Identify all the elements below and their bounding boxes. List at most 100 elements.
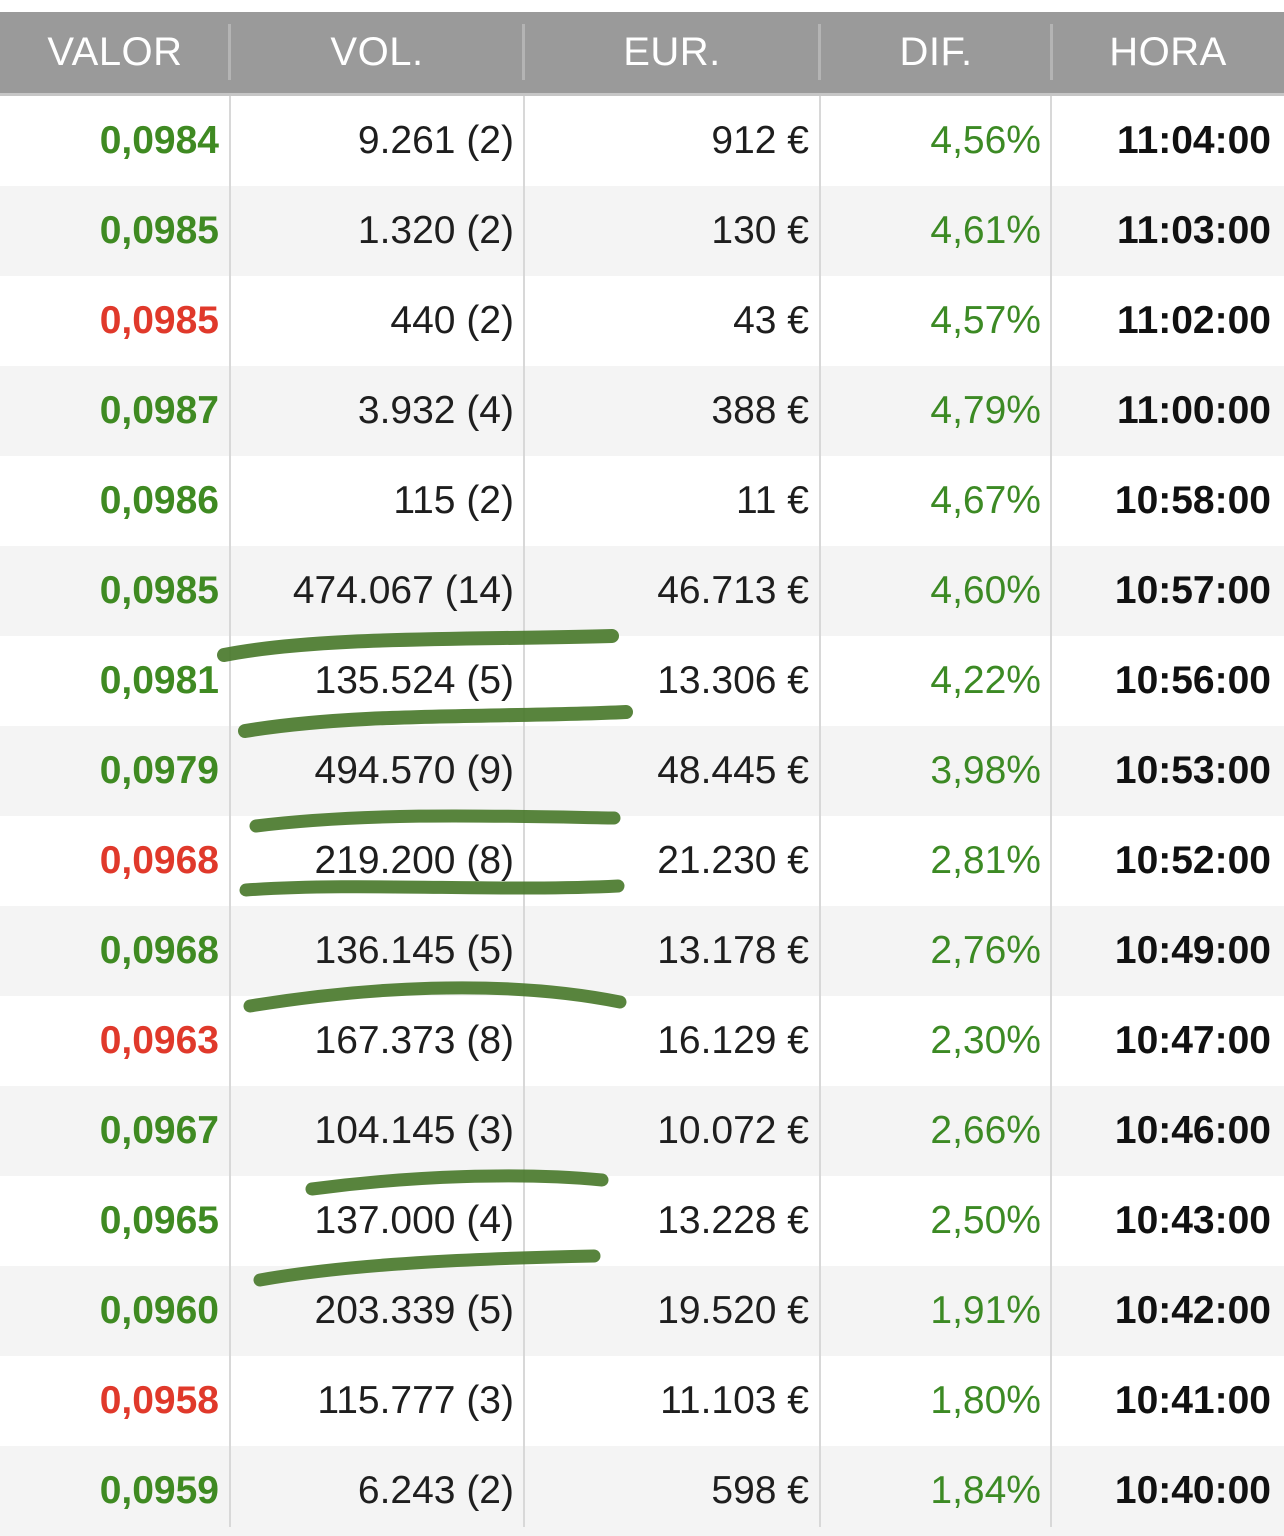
cell-valor: 0,0960 [99, 1289, 219, 1332]
table-row[interactable]: 0,0960 203.339 (5) 19.520 € 1,91% 10:42:00 [0, 1266, 1284, 1356]
cell-eur: 912 € [711, 119, 809, 162]
table-row[interactable]: 0,0963 167.373 (8) 16.129 € 2,30% 10:47:00 [0, 996, 1284, 1086]
header-dif[interactable]: DIF. [820, 12, 1052, 93]
cell-dif: 4,57% [930, 299, 1041, 342]
cell-dif: 4,60% [930, 569, 1041, 612]
cell-eur: 388 € [711, 389, 809, 432]
header-vol[interactable]: VOL. [230, 12, 524, 93]
cell-dif: 4,56% [930, 119, 1041, 162]
cell-dif: 2,76% [930, 929, 1041, 972]
cell-vol: 474.067 (14) [292, 569, 514, 612]
column-divider [1050, 96, 1052, 1527]
cell-eur: 598 € [711, 1469, 809, 1512]
cell-valor: 0,0987 [99, 389, 219, 432]
cell-dif: 1,84% [930, 1469, 1041, 1512]
cell-valor: 0,0968 [99, 929, 219, 972]
cell-eur: 13.306 € [657, 659, 809, 702]
cell-vol: 136.145 (5) [314, 929, 514, 972]
cell-vol: 494.570 (9) [314, 749, 514, 792]
cell-dif: 2,66% [930, 1109, 1041, 1152]
cell-valor: 0,0985 [99, 569, 219, 612]
cell-eur: 11.103 € [660, 1379, 809, 1422]
table-row[interactable]: 0,0967 104.145 (3) 10.072 € 2,66% 10:46:00 [0, 1086, 1284, 1176]
cell-hora: 10:41:00 [1114, 1379, 1271, 1422]
cell-eur: 13.178 € [657, 929, 809, 972]
cell-eur: 19.520 € [657, 1289, 809, 1332]
column-divider [523, 96, 525, 1527]
table-row[interactable]: 0,0984 9.261 (2) 912 € 4,56% 11:04:00 [0, 96, 1284, 186]
cell-vol: 3.932 (4) [357, 389, 514, 432]
header-hora[interactable]: HORA [1052, 12, 1284, 93]
cell-hora: 11:03:00 [1117, 209, 1271, 252]
cell-valor: 0,0963 [99, 1019, 219, 1062]
cell-vol: 203.339 (5) [314, 1289, 514, 1332]
cell-dif: 2,81% [930, 839, 1041, 882]
cell-vol: 115 (2) [393, 479, 514, 522]
cell-vol: 1.320 (2) [357, 209, 514, 252]
cell-hora: 10:58:00 [1114, 479, 1271, 522]
cell-hora: 10:53:00 [1114, 749, 1271, 792]
cell-dif: 3,98% [930, 749, 1041, 792]
cell-dif: 1,80% [930, 1379, 1041, 1422]
table-row[interactable]: 0,0985 1.320 (2) 130 € 4,61% 11:03:00 [0, 186, 1284, 276]
cell-valor: 0,0981 [99, 659, 219, 702]
cell-hora: 10:42:00 [1114, 1289, 1271, 1332]
table-header: VALOR VOL. EUR. DIF. HORA [0, 12, 1284, 96]
cell-eur: 11 € [735, 479, 809, 522]
cell-vol: 6.243 (2) [357, 1469, 514, 1512]
top-strip [0, 0, 1284, 12]
cell-hora: 11:04:00 [1117, 119, 1271, 162]
table-row[interactable]: 0,0979 494.570 (9) 48.445 € 3,98% 10:53:00 [0, 726, 1284, 816]
table-row[interactable]: 0,0958 115.777 (3) 11.103 € 1,80% 10:41:00 [0, 1356, 1284, 1446]
header-valor[interactable]: VALOR [0, 12, 230, 93]
cell-vol: 440 (2) [390, 299, 514, 342]
table-row[interactable]: 0,0968 219.200 (8) 21.230 € 2,81% 10:52:00 [0, 816, 1284, 906]
cell-eur: 43 € [733, 299, 809, 342]
cell-eur: 10.072 € [657, 1109, 809, 1152]
cell-vol: 167.373 (8) [314, 1019, 514, 1062]
cell-eur: 21.230 € [657, 839, 809, 882]
cell-eur: 46.713 € [657, 569, 809, 612]
cell-hora: 10:52:00 [1114, 839, 1271, 882]
cell-eur: 130 € [711, 209, 809, 252]
cell-valor: 0,0965 [99, 1199, 219, 1242]
table-row[interactable]: 0,0965 137.000 (4) 13.228 € 2,50% 10:43:00 [0, 1176, 1284, 1266]
trades-table-body: 0,0984 9.261 (2) 912 € 4,56% 11:04:00 0,0985 1… [0, 96, 1284, 1536]
cell-valor: 0,0985 [99, 209, 219, 252]
header-eur[interactable]: EUR. [524, 12, 820, 93]
table-row[interactable]: 0,0985 440 (2) 43 € 4,57% 11:02:00 [0, 276, 1284, 366]
cell-vol: 219.200 (8) [314, 839, 514, 882]
table-row[interactable]: 0,0981 135.524 (5) 13.306 € 4,22% 10:56:00 [0, 636, 1284, 726]
cell-dif: 4,67% [930, 479, 1041, 522]
cell-hora: 11:00:00 [1117, 389, 1271, 432]
cell-dif: 4,61% [930, 209, 1041, 252]
table-row[interactable]: 0,0959 6.243 (2) 598 € 1,84% 10:40:00 [0, 1446, 1284, 1536]
cell-dif: 4,79% [930, 389, 1041, 432]
cell-vol: 115.777 (3) [317, 1379, 514, 1422]
cell-eur: 48.445 € [657, 749, 809, 792]
cell-dif: 2,50% [930, 1199, 1041, 1242]
cell-valor: 0,0959 [99, 1469, 219, 1512]
cell-vol: 137.000 (4) [314, 1199, 514, 1242]
cell-valor: 0,0985 [99, 299, 219, 342]
cell-dif: 1,91% [930, 1289, 1041, 1332]
cell-valor: 0,0968 [99, 839, 219, 882]
cell-vol: 104.145 (3) [314, 1109, 514, 1152]
column-divider [819, 96, 821, 1527]
cell-eur: 16.129 € [657, 1019, 809, 1062]
cell-hora: 10:43:00 [1114, 1199, 1271, 1242]
cell-hora: 10:56:00 [1114, 659, 1271, 702]
cell-hora: 10:46:00 [1114, 1109, 1271, 1152]
cell-vol: 135.524 (5) [314, 659, 514, 702]
cell-hora: 11:02:00 [1117, 299, 1271, 342]
cell-vol: 9.261 (2) [357, 119, 514, 162]
column-divider [229, 96, 231, 1527]
cell-valor: 0,0984 [99, 119, 219, 162]
cell-valor: 0,0979 [99, 749, 219, 792]
table-row[interactable]: 0,0968 136.145 (5) 13.178 € 2,76% 10:49:00 [0, 906, 1284, 996]
cell-hora: 10:40:00 [1114, 1469, 1271, 1512]
table-row[interactable]: 0,0986 115 (2) 11 € 4,67% 10:58:00 [0, 456, 1284, 546]
table-row[interactable]: 0,0985 474.067 (14) 46.713 € 4,60% 10:57:00 [0, 546, 1284, 636]
table-row[interactable]: 0,0987 3.932 (4) 388 € 4,79% 11:00:00 [0, 366, 1284, 456]
cell-hora: 10:47:00 [1114, 1019, 1271, 1062]
